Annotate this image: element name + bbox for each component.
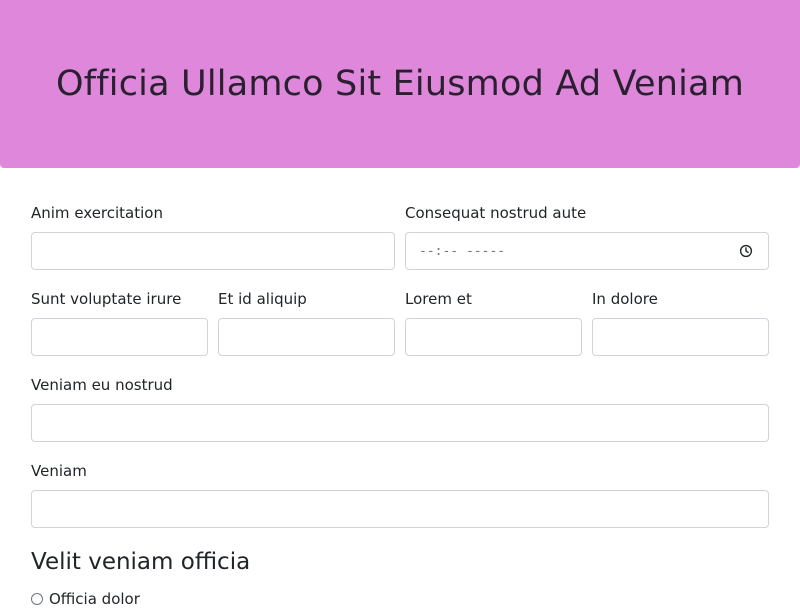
radio-label: Officia dolor: [49, 590, 140, 608]
veniam-input[interactable]: [31, 490, 769, 528]
page-title: Officia Ullamco Sit Eiusmod Ad Veniam: [55, 64, 745, 104]
veniam-eu-nostrud-input[interactable]: [31, 404, 769, 442]
sunt-voluptate-irure-input[interactable]: [31, 318, 208, 356]
lorem-et-input[interactable]: [405, 318, 582, 356]
consequat-nostrud-aute-label: Consequat nostrud aute: [405, 204, 587, 222]
anim-exercitation-label: Anim exercitation: [31, 204, 163, 222]
radio-option[interactable]: Officia dolor: [31, 590, 140, 608]
time-placeholder: --:-- -----: [419, 243, 506, 259]
in-dolore-label: In dolore: [592, 290, 658, 308]
anim-exercitation-input[interactable]: [31, 232, 395, 270]
in-dolore-input[interactable]: [592, 318, 769, 356]
page-header: Officia Ullamco Sit Eiusmod Ad Veniam: [0, 0, 800, 168]
sunt-voluptate-irure-label: Sunt voluptate irure: [31, 290, 182, 308]
radio-button[interactable]: [31, 593, 43, 605]
consequat-nostrud-aute-time-input[interactable]: --:-- -----: [405, 232, 769, 270]
et-id-aliquip-label: Et id aliquip: [218, 290, 307, 308]
clock-icon[interactable]: [739, 244, 753, 258]
veniam-eu-nostrud-label: Veniam eu nostrud: [31, 376, 173, 394]
et-id-aliquip-input[interactable]: [218, 318, 395, 356]
veniam-label: Veniam: [31, 462, 87, 480]
section-title: Velit veniam officia: [31, 549, 251, 575]
lorem-et-label: Lorem et: [405, 290, 472, 308]
